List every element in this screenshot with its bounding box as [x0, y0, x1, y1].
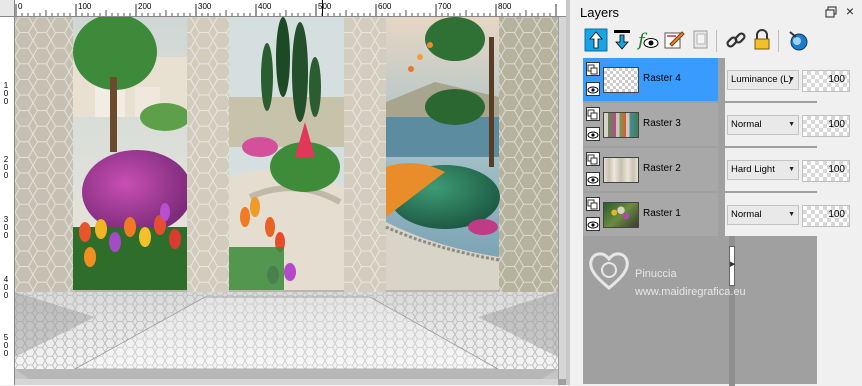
blend-mode-select[interactable]: Hard Light ▼ [727, 160, 799, 180]
layer-thumbnail [603, 157, 639, 183]
opacity-value: 100 [828, 164, 845, 175]
group-icon[interactable] [586, 107, 600, 121]
layer-name: Raster 4 [643, 73, 681, 84]
blend-mode-value: Normal [731, 119, 762, 130]
opacity-slider[interactable]: 100 [802, 115, 850, 137]
move-layer-up-icon[interactable] [584, 28, 608, 52]
toolbar-separator [716, 30, 717, 52]
layer-item[interactable]: Raster 3 [583, 103, 718, 146]
dropdown-arrow-icon: ▼ [788, 166, 795, 173]
layer-row-raster-2[interactable]: Raster 2 Hard Light ▼ 100 [583, 148, 850, 192]
lock-transparency-icon[interactable] [750, 28, 774, 52]
scene-left [73, 17, 192, 290]
ruler-label: 300 [3, 215, 9, 240]
layer-properties: Luminance (L) ▼ 100 [725, 58, 850, 101]
group-icon[interactable] [586, 152, 600, 166]
layer-item[interactable]: Raster 4 [583, 58, 718, 101]
heart-logo-icon [589, 252, 629, 290]
ruler-label: 400 [3, 275, 9, 300]
blend-mode-select[interactable]: Luminance (L) ▼ [727, 70, 799, 90]
cursor-position-marker [322, 0, 323, 16]
toolbar-separator [778, 30, 779, 52]
eye-icon[interactable] [586, 217, 600, 231]
opacity-slider[interactable]: 100 [802, 160, 850, 182]
vertical-scrollbar[interactable] [559, 17, 566, 379]
blend-mode-select[interactable]: Normal ▼ [727, 205, 799, 225]
layer-row-raster-1[interactable]: Raster 1 Normal ▼ 100 [583, 193, 850, 237]
eye-icon[interactable] [586, 172, 600, 186]
opacity-value: 100 [828, 209, 845, 220]
edit-selection-icon[interactable] [662, 28, 686, 52]
blend-mode-value: Normal [731, 209, 762, 220]
ruler-ticks [15, 4, 557, 16]
ruler-label: 200 [3, 155, 9, 180]
layer-properties: Hard Light ▼ 100 [725, 148, 850, 191]
horizontal-scrollbar[interactable] [15, 379, 558, 385]
dropdown-arrow-icon: ▼ [788, 121, 795, 128]
blend-mode-value: Hard Light [731, 164, 775, 175]
ruler-label: 500 [3, 333, 9, 358]
group-icon[interactable] [586, 62, 600, 76]
image-canvas[interactable] [15, 17, 558, 383]
window-restore-icon[interactable] [825, 6, 837, 18]
watermark-name: Pinuccia [635, 268, 677, 280]
blend-mode-select[interactable]: Normal ▼ [727, 115, 799, 135]
opacity-value: 100 [828, 119, 845, 130]
scene-center [229, 17, 344, 290]
scene-right [385, 17, 500, 290]
hex-floor [15, 292, 558, 383]
canvas-work-area: 0 100 200 300 400 500 600 700 800 1 0 0 … [0, 0, 566, 385]
layer-name: Raster 1 [643, 208, 681, 219]
layer-properties: Normal ▼ 100 [725, 193, 850, 236]
ruler-label: 100 [3, 81, 9, 106]
layer-name: Raster 2 [643, 163, 681, 174]
layer-thumbnail [603, 202, 639, 228]
layer-thumbnail [603, 112, 639, 138]
new-layer-icon[interactable] [688, 28, 712, 52]
layer-item[interactable]: Raster 2 [583, 148, 718, 191]
dropdown-arrow-icon: ▼ [788, 76, 795, 83]
link-layers-icon[interactable] [724, 28, 748, 52]
opacity-slider[interactable]: 100 [802, 205, 850, 227]
visibility-toggle-icon[interactable]: f [636, 28, 660, 52]
group-icon[interactable] [586, 197, 600, 211]
palette-title: Layers [580, 5, 620, 20]
opacity-value: 100 [828, 74, 845, 85]
layer-list: Raster 4 Luminance (L) ▼ 100 Raster 3 Nor… [583, 58, 850, 386]
watermark-url: www.maidiregrafica.eu [635, 286, 746, 298]
layers-palette: Layers × f Raster 4 Luminance (L) ▼ 100 … [570, 0, 862, 386]
eye-icon[interactable] [586, 82, 600, 96]
layer-name: Raster 3 [643, 118, 681, 129]
watermark: Pinuccia www.maidiregrafica.eu [585, 240, 785, 310]
layer-row-raster-4[interactable]: Raster 4 Luminance (L) ▼ 100 [583, 58, 850, 102]
layer-thumbnail [603, 67, 639, 93]
close-icon[interactable]: × [843, 4, 857, 18]
mask-icon[interactable] [786, 28, 810, 52]
blend-mode-value: Luminance (L) [731, 74, 792, 85]
dropdown-arrow-icon: ▼ [788, 211, 795, 218]
eye-icon[interactable] [586, 127, 600, 141]
opacity-slider[interactable]: 100 [802, 70, 850, 92]
vertical-ruler: 100 200 300 400 500 [0, 16, 15, 385]
move-layer-down-icon[interactable] [610, 28, 634, 52]
ruler-corner [0, 0, 15, 17]
layer-properties: Normal ▼ 100 [725, 103, 850, 146]
layer-row-raster-3[interactable]: Raster 3 Normal ▼ 100 [583, 103, 850, 147]
layer-item[interactable]: Raster 1 [583, 193, 718, 236]
horizontal-ruler: 0 100 200 300 400 500 600 700 800 [0, 0, 566, 17]
layers-toolbar: f [580, 28, 860, 54]
